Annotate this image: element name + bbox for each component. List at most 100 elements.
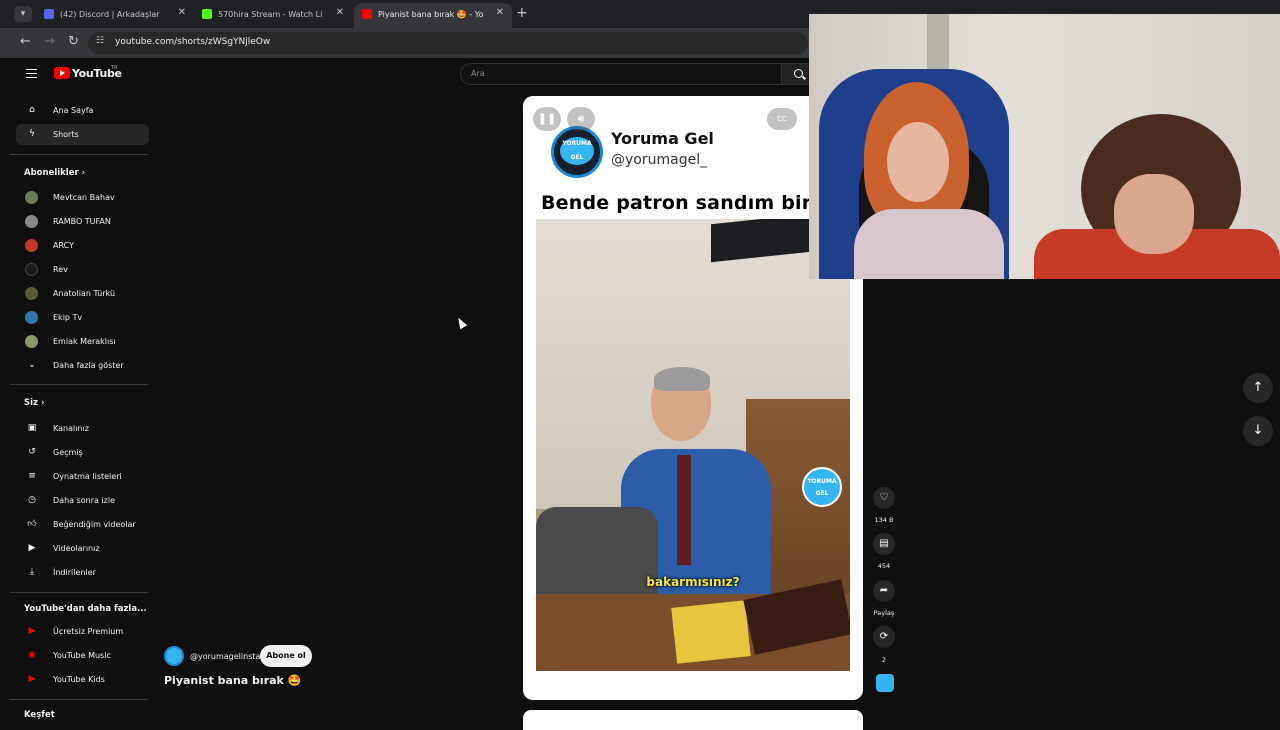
video-subtitle: bakarmısınız? [646, 575, 740, 589]
sidebar-item-watch-later[interactable]: ◷ Daha sonra izle [16, 490, 149, 511]
sidebar-item-history[interactable]: ↺ Geçmiş [16, 442, 149, 463]
sidebar-item-label: Ücretsiz Premium [53, 627, 124, 636]
sidebar-item-music[interactable]: ◉ YouTube Music [16, 645, 149, 666]
owner-handle[interactable]: @yorumagelinsta [190, 652, 260, 661]
webcam-overlay [809, 14, 1280, 279]
sidebar-item-label: Shorts [53, 130, 79, 139]
sidebar-item-liked[interactable]: 👍︎ Beğendiğim videolar [16, 514, 149, 535]
tab-title: Piyanist bana bırak 🤩 - Yo [378, 10, 483, 19]
previous-short-button[interactable]: ↑ [1243, 373, 1273, 403]
tab-title: 570hira Stream - Watch Live on [218, 10, 323, 19]
sidebar-item-label: Anatolian Türkü [53, 289, 116, 298]
sidebar-item-label: Geçmiş [53, 448, 83, 457]
pause-icon: ❚❚ [537, 112, 557, 125]
youtube-premium-icon: ▶ [28, 626, 36, 636]
sidebar-item-playlists[interactable]: ≡ Oynatma listeleri [16, 466, 149, 487]
sidebar-item-kids[interactable]: ▶ YouTube Kids [16, 669, 149, 690]
comments-button[interactable]: ▤ [873, 533, 895, 555]
site-info-icon[interactable]: ☷ [96, 36, 104, 46]
close-icon[interactable]: ✕ [336, 7, 344, 18]
sidebar-item-label: Daha sonra izle [53, 496, 116, 505]
webcam-person-face [1114, 174, 1194, 254]
webcam-person-face [887, 122, 949, 202]
you-header-label: Siz [24, 398, 38, 408]
sidebar-item-subscription[interactable]: ARCY [16, 235, 149, 256]
sidebar-item-label: YouTube Kids [53, 675, 105, 684]
history-icon: ↺ [28, 447, 36, 457]
url-field[interactable]: ☷ youtube.com/shorts/zWSgYNjleOw [88, 32, 808, 54]
video-frame[interactable]: YORUMA GEL bakarmısınız? [536, 219, 850, 671]
sidebar-item-label: RAMBO TUFAN [53, 217, 111, 226]
close-icon[interactable]: ✕ [496, 7, 504, 18]
video-caption: Bende patron sandım bir [541, 192, 812, 214]
remix-button[interactable]: ⟳ [873, 626, 895, 648]
comment-icon: ▤ [879, 538, 889, 549]
share-button[interactable]: ➦ [873, 580, 895, 602]
sidebar-item-label: Kanalınız [53, 424, 89, 433]
search-button[interactable] [781, 63, 811, 85]
next-short-button[interactable]: ↓ [1243, 416, 1273, 446]
divider [10, 384, 148, 385]
sidebar-item-shorts[interactable]: ϟ Shorts [16, 124, 149, 145]
country-code: TR [111, 65, 118, 71]
divider [10, 154, 148, 155]
share-icon: ➦ [879, 585, 889, 596]
youtube-logo-icon[interactable] [54, 67, 70, 79]
like-button[interactable]: ♡ [873, 487, 895, 509]
more-from-youtube-header: YouTube'dan daha fazla... [24, 604, 147, 614]
new-tab-icon[interactable]: + [516, 5, 528, 21]
captions-button[interactable]: CC [767, 108, 797, 130]
sidebar-item-label: Videolarınız [53, 544, 100, 553]
sidebar-item-label: Ekip Tv [53, 313, 83, 322]
comment-count: 454 [877, 562, 891, 570]
search-input[interactable]: Ara [460, 63, 782, 85]
divider [10, 699, 148, 700]
show-more-label: Daha fazla göster [53, 361, 124, 370]
sidebar-item-your-videos[interactable]: ▶ Videolarınız [16, 538, 149, 559]
captions-icon: CC [777, 115, 787, 123]
avatar [25, 239, 38, 252]
subscriptions-header[interactable]: Abonelikler › [24, 168, 85, 178]
tab-kick[interactable]: 570hira Stream - Watch Live on ✕ [194, 3, 352, 28]
download-icon: ⤓ [30, 567, 34, 577]
sidebar-item-channel[interactable]: ▣ Kanalınız [16, 418, 149, 439]
reload-icon[interactable]: ↻ [68, 34, 79, 49]
sidebar-item-subscription[interactable]: RAMBO TUFAN [16, 211, 149, 232]
pause-button[interactable]: ❚❚ [533, 107, 561, 131]
chevron-down-icon: ⌄ [28, 360, 36, 370]
heart-icon: ♡ [879, 492, 889, 503]
mouse-cursor-icon [454, 315, 468, 330]
subscribe-button[interactable]: Abone ol [260, 645, 312, 667]
divider [10, 592, 148, 593]
sidebar-item-subscription[interactable]: Anatolian Türkü [16, 283, 149, 304]
sidebar-item-home[interactable]: ⌂ Ana Sayfa [16, 100, 149, 121]
sidebar-item-subscription[interactable]: Ekip Tv [16, 307, 149, 328]
back-icon[interactable]: ← [20, 34, 31, 49]
video-person-tie [677, 455, 691, 565]
menu-icon[interactable] [26, 69, 37, 78]
avatar [25, 263, 38, 276]
forward-icon[interactable]: → [44, 34, 55, 49]
sound-avatar[interactable] [876, 674, 894, 692]
sidebar-item-premium[interactable]: ▶ Ücretsiz Premium [16, 621, 149, 642]
subscriptions-header-label: Abonelikler [24, 168, 79, 178]
you-header[interactable]: Siz › [24, 398, 44, 408]
show-more-button[interactable]: ⌄ Daha fazla göster [16, 355, 149, 376]
video-channel-name: Yoruma Gel [611, 129, 714, 148]
volume-button[interactable]: 🔊︎ [567, 107, 595, 131]
sidebar-item-subscription[interactable]: Emlak Meraklısı [16, 331, 149, 352]
search-placeholder: Ara [471, 69, 485, 78]
tab-youtube[interactable]: Piyanist bana bırak 🤩 - Yo ✕ [354, 3, 512, 28]
tab-search-button[interactable]: ▾ [14, 6, 32, 22]
sidebar-item-subscription[interactable]: Mevtcan Bahav [16, 187, 149, 208]
sidebar-item-subscription[interactable]: Rev [16, 259, 149, 280]
video-watermark-logo: YORUMA GEL [802, 467, 842, 507]
video-person-hair [654, 367, 710, 391]
webcam-person-shirt [854, 209, 1004, 279]
sidebar-item-downloads[interactable]: ⤓ İndirilenler [16, 562, 149, 583]
owner-avatar[interactable] [164, 646, 184, 666]
close-icon[interactable]: ✕ [178, 7, 186, 18]
sidebar-item-label: YouTube Music [53, 651, 111, 660]
next-short-preview[interactable] [523, 710, 863, 730]
tab-discord[interactable]: (42) Discord | Arkadaşlar ✕ [36, 3, 194, 28]
